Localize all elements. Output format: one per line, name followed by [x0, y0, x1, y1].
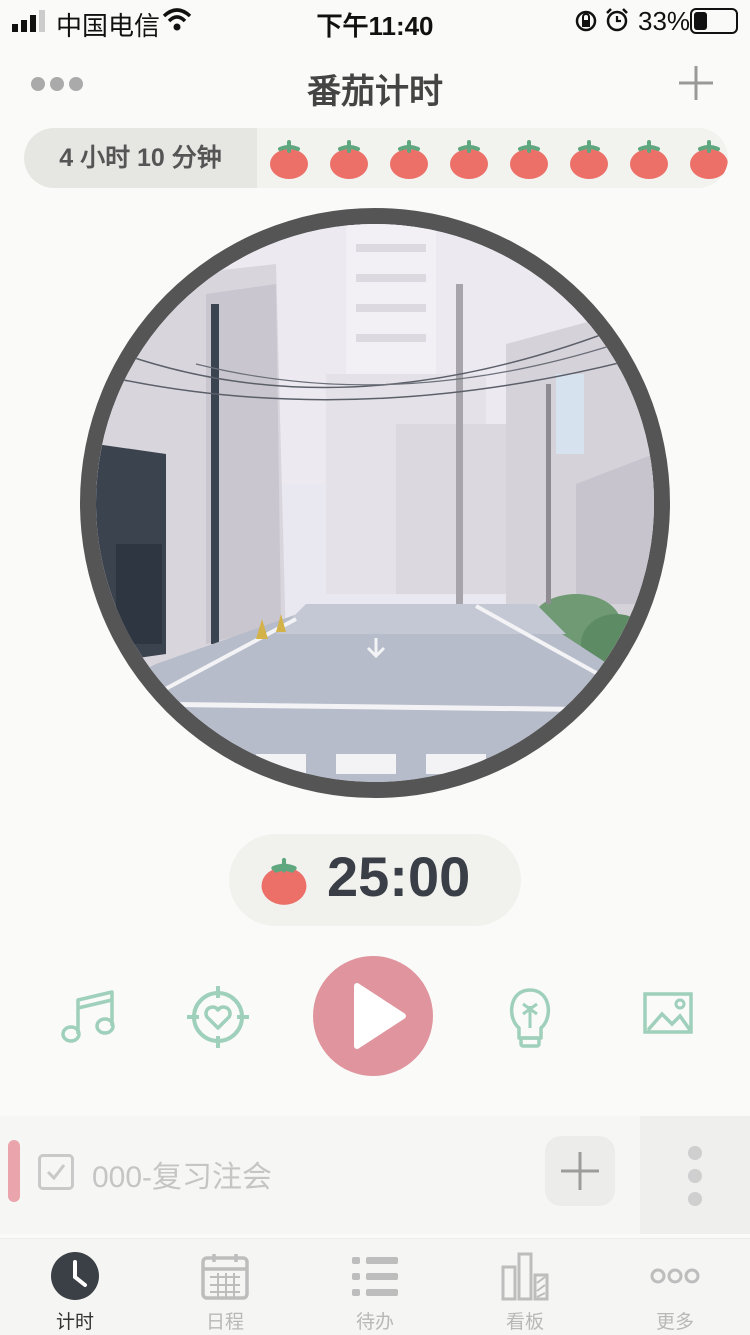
- page-title: 番茄计时: [307, 73, 443, 111]
- music-note-icon[interactable]: [56, 984, 122, 1050]
- current-task-bar[interactable]: 000-复习注会: [0, 1116, 640, 1234]
- nav-bar: 番茄计时: [0, 44, 750, 128]
- summary-strip: 4 小时 10 分钟: [24, 128, 728, 188]
- status-bar: 中国电信 下午11:40 33%: [0, 0, 750, 41]
- lightbulb-icon[interactable]: [497, 984, 563, 1050]
- image-icon[interactable]: [638, 984, 704, 1050]
- tomato-icon: [261, 857, 307, 905]
- task-checkbox[interactable]: [38, 1154, 74, 1190]
- battery-icon: [690, 8, 738, 34]
- list-icon: [352, 1257, 398, 1296]
- tab-label: 看板: [505, 1312, 544, 1333]
- rotation-lock-icon: [575, 10, 597, 32]
- tab-label: 更多: [655, 1312, 694, 1333]
- tomato-icon: [450, 140, 488, 179]
- task-options-button[interactable]: [640, 1116, 750, 1234]
- tab-label: 计时: [55, 1312, 94, 1333]
- timer-ring[interactable]: [80, 208, 670, 798]
- total-focus-time: 4 小时 10 分钟: [24, 128, 257, 188]
- tab-label: 日程: [205, 1312, 244, 1333]
- tab-schedule[interactable]: 日程: [150, 1239, 300, 1335]
- tomato-icon: [270, 140, 308, 179]
- tomato-icon: [630, 140, 668, 179]
- alarm-icon: [606, 8, 628, 32]
- tab-todo[interactable]: 待办: [300, 1239, 450, 1335]
- tab-label: 待办: [355, 1312, 394, 1333]
- calendar-icon: [201, 1254, 249, 1300]
- task-label[interactable]: 000-复习注会: [92, 1152, 272, 1196]
- more-icon: [650, 1268, 700, 1284]
- battery-fill: [694, 12, 708, 30]
- tab-bar: 计时 日程 待办 看板 更多: [0, 1238, 750, 1335]
- task-color-marker: [8, 1140, 20, 1202]
- tab-more[interactable]: 更多: [600, 1239, 750, 1335]
- tomato-icon: [570, 140, 608, 179]
- tomato-icon: [510, 140, 548, 179]
- vertical-dots-icon: [688, 1146, 702, 1206]
- add-icon[interactable]: [677, 64, 715, 102]
- bar-chart-icon: [501, 1252, 549, 1301]
- play-icon: [354, 983, 406, 1049]
- background-image: [96, 224, 654, 782]
- target-heart-icon[interactable]: [185, 984, 251, 1050]
- timer-value: 25:00: [327, 845, 471, 908]
- tab-timer[interactable]: 计时: [0, 1239, 150, 1335]
- tomato-icon: [330, 140, 368, 179]
- plus-icon: [561, 1152, 599, 1190]
- tomato-icon: [390, 140, 428, 179]
- tab-board[interactable]: 看板: [450, 1239, 600, 1335]
- add-task-button[interactable]: [545, 1136, 615, 1206]
- timer-display[interactable]: 25:00: [229, 834, 521, 926]
- battery-percent: 33%: [638, 6, 691, 36]
- clock-icon: [51, 1252, 99, 1300]
- play-button[interactable]: [313, 956, 433, 1076]
- tomato-icon: [690, 140, 728, 179]
- checkmark-icon: [46, 1164, 66, 1181]
